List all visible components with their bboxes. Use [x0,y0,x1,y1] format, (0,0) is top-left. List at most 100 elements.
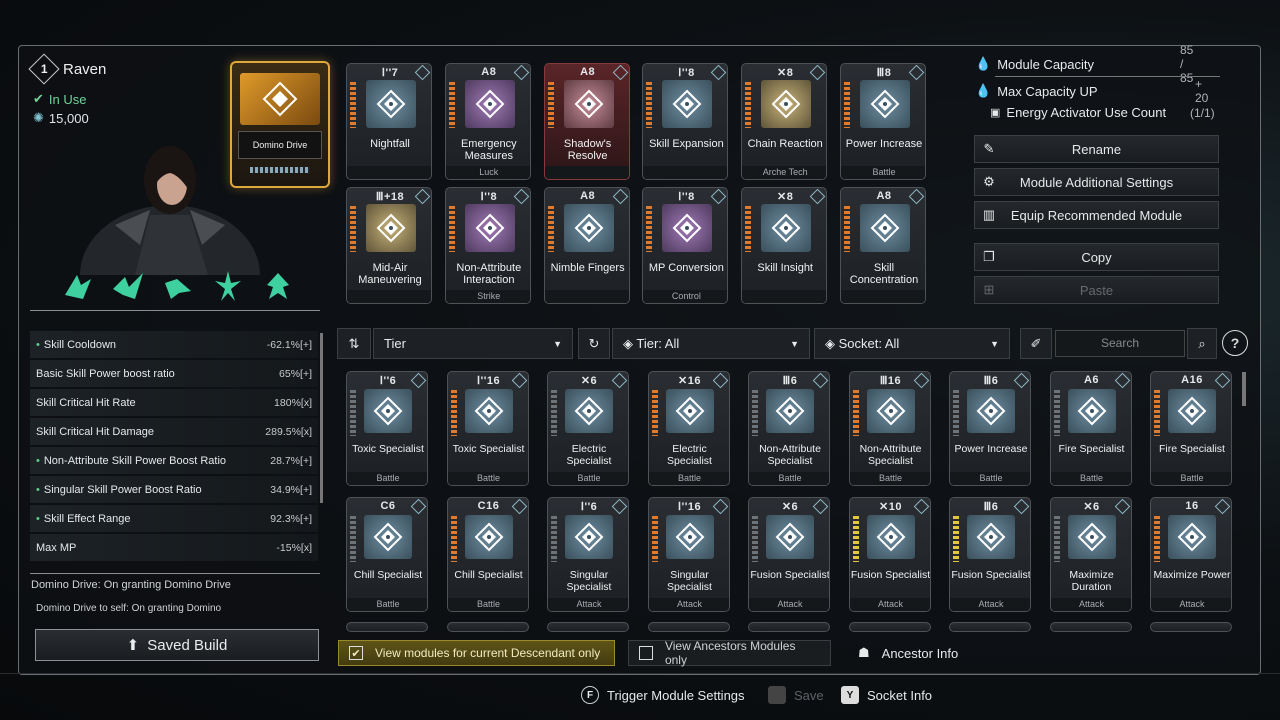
inventory-module-card[interactable]: Ⅲ6 Power Increase Battle [949,371,1031,486]
bars-icon: ▥ [982,207,996,222]
module-name: Fusion Specialist [951,569,1031,581]
module-name: Toxic Specialist [352,443,424,455]
inventory-module-card-partial[interactable] [949,622,1031,632]
skill-1-icon[interactable] [60,268,96,304]
inventory-module-card-partial[interactable] [346,622,428,632]
equipped-module-card[interactable]: A8 Nimble Fingers [543,187,630,304]
copy-label: Copy [1081,249,1112,265]
inventory-module-card-partial[interactable] [1049,622,1132,632]
equipped-module-card[interactable]: Ⅰ''8 MP Conversion Control [642,187,729,304]
inventory-module-card[interactable]: ✕10 Fusion Specialist Attack [848,497,931,612]
inventory-module-card-partial[interactable] [748,622,830,632]
module-icon [464,515,513,559]
sort-order-button[interactable]: ⇅ [337,328,371,359]
inventory-module-card-partial[interactable] [446,622,529,632]
equipped-module-card[interactable]: Ⅲ+18 Mid-Air Maneuvering [346,187,432,304]
stat-row: Skill Critical Hit Rate 180%[x] [30,389,318,416]
copy-button[interactable]: ❐ Copy [974,243,1219,271]
inventory-module-card[interactable]: Ⅰ''6 Toxic Specialist Battle [346,371,428,486]
inventory-module-card-partial[interactable] [848,622,931,632]
socket-filter-dropdown[interactable]: ◈ Socket: All ▼ [814,328,1010,359]
help-icon[interactable]: ? [1222,330,1248,356]
tier-bar [450,390,457,436]
equipped-module-card[interactable]: Ⅰ''7 Nightfall [346,63,432,180]
module-name: Skill Concentration [849,262,919,286]
sort-label: Tier [384,336,406,351]
inventory-module-card[interactable]: Ⅲ6 Non-Attribute Specialist Battle [748,371,830,486]
module-name: Chill Specialist [353,569,423,581]
module-socket: Attack [749,598,829,611]
inventory-module-card-partial[interactable] [547,622,629,632]
ancestors-checkbox[interactable]: View Ancestors Modules only [628,639,831,667]
equipped-module-card[interactable]: Ⅲ8 Power Increase Battle [840,63,926,180]
tier-bar [448,206,455,252]
module-name: Fire Specialist [1159,443,1225,455]
module-name: Non-Attribute Interaction [456,262,522,286]
inventory-module-card[interactable]: C16 Chill Specialist Battle [446,497,529,612]
additional-settings-button[interactable]: ⚙ Module Additional Settings [974,168,1219,196]
inventory-module-card[interactable]: A6 Fire Specialist Battle [1049,371,1132,486]
tool-button[interactable]: ✐ [1020,328,1052,359]
current-descendant-checkbox[interactable]: ✔ View modules for current Descendant on… [338,640,615,666]
copy-icon: ❐ [983,249,995,264]
tier-bar [844,82,850,128]
module-icon [464,80,515,128]
stats-list: • Skill Cooldown -62.1%[+] Basic Skill Powe… [30,331,318,563]
paste-button[interactable]: ⊞ Paste [974,276,1219,304]
equipped-module-card[interactable]: A8 Shadow's Resolve [543,63,630,180]
sort-dropdown[interactable]: Tier ▼ [373,328,573,359]
skill-3-icon[interactable] [160,268,196,304]
stats-scrollbar[interactable] [320,333,323,503]
equipped-module-card[interactable]: ✕8 Chain Reaction Arche Tech [741,63,828,180]
socket-info-hotkey[interactable]: Y Socket Info [841,686,932,704]
module-icon [1168,389,1216,433]
inventory-module-card[interactable]: ✕6 Fusion Specialist Attack [748,497,830,612]
equipped-module-card[interactable]: Ⅰ''8 Skill Expansion [642,63,729,180]
module-socket: Attack [849,598,930,611]
module-name: Fusion Specialist [850,569,931,581]
inventory-module-card[interactable]: Ⅲ6 Fusion Specialist Attack [949,497,1031,612]
capacity-value: 85 / 85 [1180,43,1194,85]
skill-4-icon[interactable] [210,268,246,304]
equipped-module-card[interactable]: Ⅰ''8 Non-Attribute Interaction Strike [444,187,531,304]
stat-label-text: Non-Attribute Skill Power Boost Ratio [43,454,227,467]
module-icon [464,389,513,433]
inventory-scrollbar[interactable] [1242,372,1246,406]
save-key-icon [768,686,786,704]
equipped-module-card[interactable]: A8 Skill Concentration [840,187,926,304]
trigger-module-settings-hotkey[interactable]: F Trigger Module Settings [581,686,745,704]
inventory-module-card-partial[interactable] [1150,622,1232,632]
save-hotkey[interactable]: Save [768,686,824,704]
inventory-module-card[interactable]: ✕6 Maximize Duration Attack [1049,497,1132,612]
inventory-module-card[interactable]: 16 Maximize Power Attack [1150,497,1232,612]
module-socket [544,290,629,303]
inventory-module-card[interactable]: ✕16 Electric Specialist Battle [647,371,730,486]
inventory-module-card[interactable]: A16 Fire Specialist Battle [1150,371,1232,486]
bonus-dot-icon: • [36,454,40,467]
inventory-module-card[interactable]: Ⅰ''16 Toxic Specialist Battle [446,371,529,486]
equip-recommended-button[interactable]: ▥ Equip Recommended Module [974,201,1219,229]
saved-build-button[interactable]: ⬆ Saved Build [35,629,319,661]
search-input[interactable]: Search [1055,330,1185,357]
rename-button[interactable]: ✎ Rename [974,135,1219,163]
inventory-module-card[interactable]: Ⅲ16 Non-Attribute Specialist Battle [848,371,931,486]
search-button[interactable]: ⌕ [1187,328,1217,359]
inventory-module-card[interactable]: Ⅰ''6 Singular Specialist Attack [547,497,629,612]
inventory-module-card[interactable]: Ⅰ''16 Singular Specialist Attack [647,497,730,612]
in-use-status: ✔ In Use [33,91,86,107]
module-name: Maximize Duration [1069,569,1114,593]
dropdown-arrow-icon: ▼ [990,338,999,349]
equipped-module-card[interactable]: ✕8 Skill Insight [741,187,828,304]
skill-5-icon[interactable] [260,268,296,304]
hotkey-bar: F Trigger Module Settings Save Y Socket … [0,683,1280,707]
inventory-module-card-partial[interactable] [647,622,730,632]
inventory-module-card[interactable]: C6 Chill Specialist Battle [346,497,428,612]
inventory-module-card[interactable]: ✕6 Electric Specialist Battle [547,371,629,486]
skill-2-icon[interactable] [110,268,146,304]
trigger-module-card[interactable]: Domino Drive [230,61,330,188]
tier-filter-dropdown[interactable]: ◈ Tier: All ▼ [612,328,810,359]
module-icon [662,204,713,252]
equipped-module-card[interactable]: A8 Emergency Measures Luck [444,63,531,180]
reset-filter-button[interactable]: ↻ [578,328,610,359]
ancestor-info-button[interactable]: ☗ Ancestor Info [858,645,958,661]
